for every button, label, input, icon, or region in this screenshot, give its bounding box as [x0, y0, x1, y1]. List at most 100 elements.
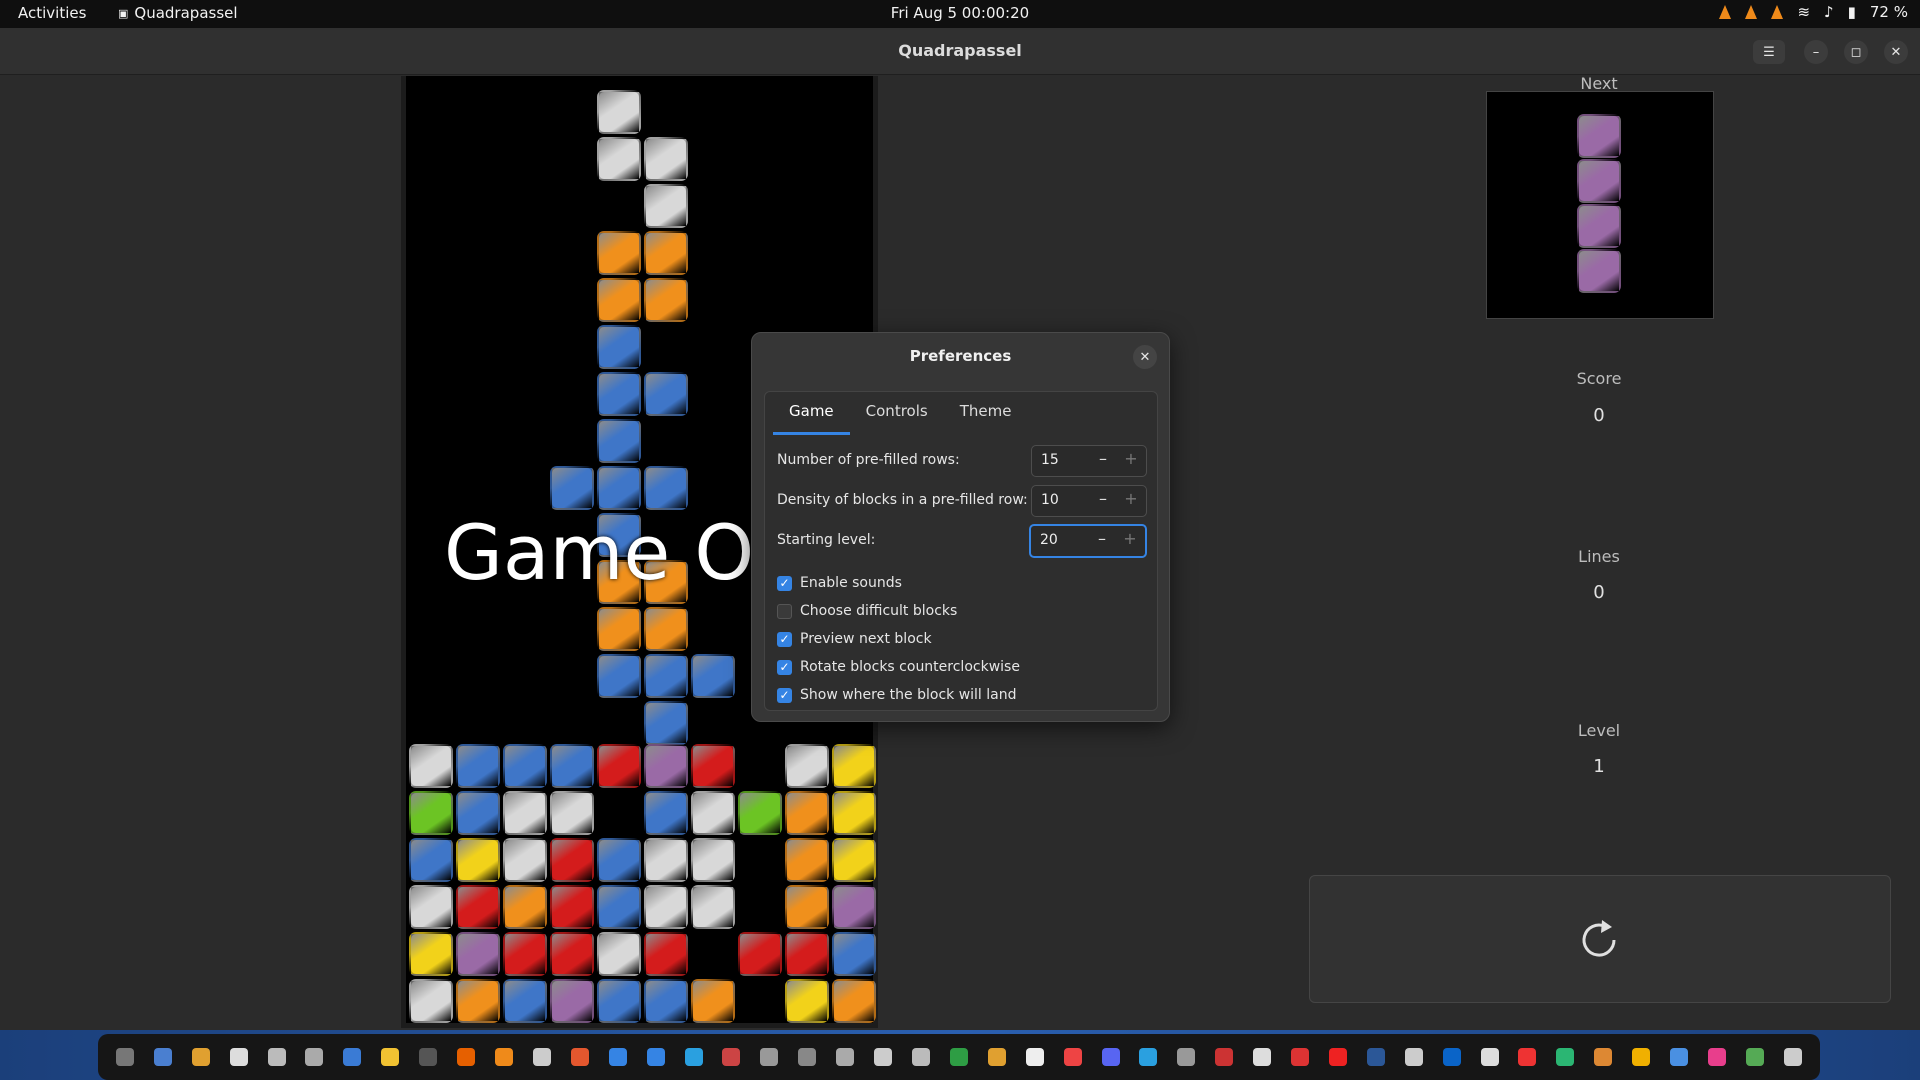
screenshot-icon[interactable]	[911, 1048, 930, 1066]
vlc-icon[interactable]	[495, 1048, 514, 1066]
enable-sounds-checkbox[interactable]: ✓ Enable sounds	[777, 571, 902, 595]
box-icon[interactable]	[874, 1048, 893, 1066]
increment-button[interactable]: +	[1119, 529, 1141, 548]
help-icon[interactable]	[684, 1048, 703, 1066]
percent-icon[interactable]	[1253, 1048, 1272, 1066]
tab-bar: Game Controls Theme	[773, 392, 1028, 435]
hamburger-icon: ☰	[1763, 44, 1775, 60]
app-menu-label: Quadrapassel	[134, 4, 238, 22]
word-icon[interactable]	[1366, 1048, 1385, 1066]
files-icon[interactable]	[153, 1048, 172, 1066]
difficult-blocks-checkbox[interactable]: Choose difficult blocks	[777, 599, 957, 623]
tab-game[interactable]: Game	[773, 392, 850, 435]
checkbox-indicator[interactable]: ✓	[777, 687, 792, 703]
camera-icon[interactable]	[760, 1048, 779, 1066]
vlc-tray-icon[interactable]	[1719, 5, 1732, 19]
remote-icon[interactable]	[1670, 1048, 1689, 1066]
firefox-icon[interactable]	[457, 1048, 476, 1066]
new-game-button[interactable]	[1309, 875, 1891, 1003]
clock[interactable]: Fri Aug 5 00:00:20	[0, 4, 1920, 22]
compass-icon[interactable]	[1404, 1048, 1423, 1066]
increment-button[interactable]: +	[1120, 449, 1142, 468]
prefilled-rows-spinbutton[interactable]: 15 – +	[1031, 445, 1147, 477]
quadrapassel-icon[interactable]	[1708, 1048, 1727, 1066]
character-icon[interactable]	[1594, 1048, 1613, 1066]
chat-icon[interactable]	[1632, 1048, 1651, 1066]
checkbox-indicator[interactable]	[777, 603, 792, 619]
heart-icon[interactable]	[1518, 1048, 1537, 1066]
search-app-icon[interactable]	[305, 1048, 324, 1066]
green-app-icon[interactable]	[1556, 1048, 1575, 1066]
stack-block	[691, 791, 735, 835]
falling-block	[597, 607, 641, 651]
monitor-icon[interactable]	[722, 1048, 741, 1066]
store-icon[interactable]	[570, 1048, 589, 1066]
minimize-button[interactable]: –	[1804, 40, 1828, 64]
chrome-icon[interactable]	[191, 1048, 210, 1066]
vlc-tray-icon-2[interactable]	[1745, 5, 1758, 19]
increment-button[interactable]: +	[1120, 489, 1142, 508]
app-menu-icon: ▣	[118, 6, 129, 20]
document-icon[interactable]	[343, 1048, 362, 1066]
decrement-button[interactable]: –	[1091, 529, 1113, 548]
trash-icon[interactable]	[1745, 1048, 1764, 1066]
decrement-button[interactable]: –	[1092, 489, 1114, 508]
density-value[interactable]: 10	[1041, 492, 1059, 508]
falling-block	[644, 654, 688, 698]
writer-icon[interactable]	[646, 1048, 665, 1066]
spreadsheet-icon[interactable]	[381, 1048, 400, 1066]
terminal-icon[interactable]	[115, 1048, 134, 1066]
tab-theme[interactable]: Theme	[944, 392, 1028, 432]
activities-button[interactable]: Activities	[18, 4, 86, 22]
app-grid-icon[interactable]	[1783, 1048, 1802, 1066]
notes-icon[interactable]	[608, 1048, 627, 1066]
starting-level-value[interactable]: 20	[1040, 532, 1058, 548]
falling-block	[644, 137, 688, 181]
level-label: Level	[1577, 721, 1621, 740]
clock-icon[interactable]	[1177, 1048, 1196, 1066]
calc-icon[interactable]	[949, 1048, 968, 1066]
hamburger-menu-button[interactable]: ☰	[1753, 40, 1785, 64]
density-spinbutton[interactable]: 10 – +	[1031, 485, 1147, 517]
pdf-icon[interactable]	[1063, 1048, 1082, 1066]
settings-ring-icon[interactable]	[532, 1048, 551, 1066]
stack-block	[644, 932, 688, 976]
disk-icon[interactable]	[1480, 1048, 1499, 1066]
telegram-icon[interactable]	[1139, 1048, 1158, 1066]
shell-icon[interactable]	[419, 1048, 438, 1066]
prefilled-rows-value[interactable]: 15	[1041, 452, 1059, 468]
doc2-icon[interactable]	[1025, 1048, 1044, 1066]
close-button[interactable]: ✕	[1884, 40, 1908, 64]
rotate-ccw-checkbox[interactable]: ✓ Rotate blocks counterclockwise	[777, 655, 1020, 679]
folder-icon[interactable]	[987, 1048, 1006, 1066]
arrow-icon[interactable]	[836, 1048, 855, 1066]
dock	[0, 1030, 1920, 1080]
checkbox-label: Choose difficult blocks	[800, 603, 958, 619]
game-icon[interactable]	[798, 1048, 817, 1066]
maximize-button[interactable]: ◻	[1844, 40, 1868, 64]
discord-icon[interactable]	[1101, 1048, 1120, 1066]
stack-block	[832, 885, 876, 929]
red-app-icon[interactable]	[1328, 1048, 1347, 1066]
decrement-button[interactable]: –	[1092, 449, 1114, 468]
system-tray[interactable]: ≋ ♪ ▮ 72 %	[1719, 3, 1908, 21]
show-landing-checkbox[interactable]: ✓ Show where the block will land	[777, 683, 1017, 707]
dialog-close-button[interactable]: ✕	[1133, 345, 1157, 369]
checkbox-indicator[interactable]: ✓	[777, 659, 792, 675]
starting-level-spinbutton[interactable]: 20 – +	[1029, 524, 1147, 558]
app-menu[interactable]: ▣ Quadrapassel	[118, 4, 238, 22]
checkbox-label: Show where the block will land	[800, 687, 1017, 703]
archive-icon[interactable]	[267, 1048, 286, 1066]
checkbox-indicator[interactable]: ✓	[777, 631, 792, 647]
media-icon[interactable]	[1291, 1048, 1310, 1066]
density-row: Density of blocks in a pre-filled row: 1…	[777, 485, 1147, 517]
vlc-tray-icon-3[interactable]	[1771, 5, 1784, 19]
stack-block	[409, 838, 453, 882]
tab-controls[interactable]: Controls	[850, 392, 944, 432]
text-editor-icon[interactable]	[229, 1048, 248, 1066]
checkbox-indicator[interactable]: ✓	[777, 575, 792, 591]
stack-block	[785, 932, 829, 976]
outlook-icon[interactable]	[1442, 1048, 1461, 1066]
image-icon[interactable]	[1215, 1048, 1234, 1066]
preview-next-checkbox[interactable]: ✓ Preview next block	[777, 627, 932, 651]
